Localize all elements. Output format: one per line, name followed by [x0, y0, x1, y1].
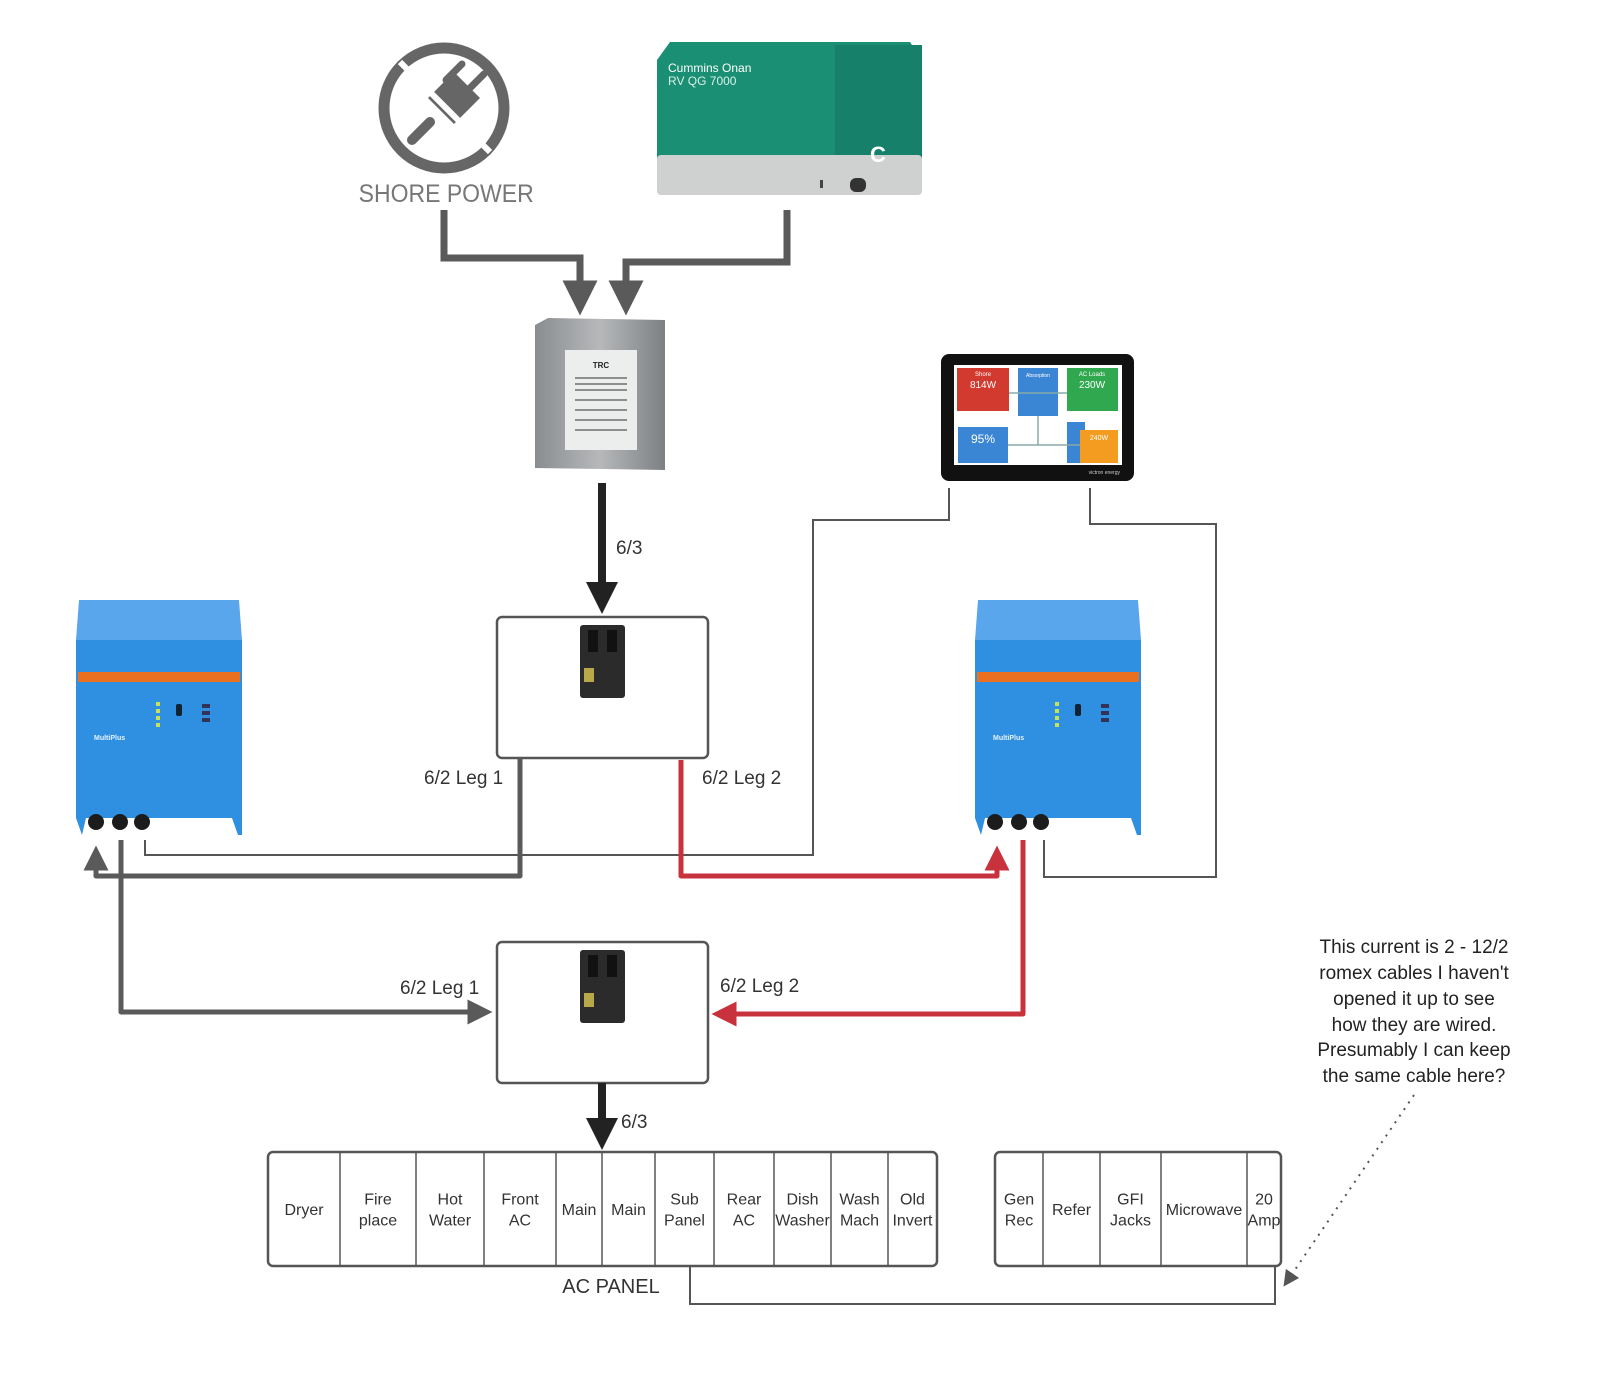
note-line: Presumably I can keep — [1317, 1040, 1510, 1061]
generator-wire — [608, 210, 791, 316]
generator: Cummins Onan RV QG 7000 C — [657, 42, 922, 195]
transfer-switch: TRC — [535, 318, 665, 470]
ac-sub-panel: Gen Rec Refer GFI Jacks Microwave 20 Amp — [993, 1150, 1283, 1268]
breaker-slot-label: Panel — [664, 1213, 705, 1230]
monitor-shore-value: 814W — [970, 380, 997, 391]
output-breaker-box — [495, 940, 710, 1085]
input-breaker-box — [495, 615, 710, 760]
breaker-slot-label: Main — [611, 1202, 646, 1219]
breaker-slot-label: Old — [900, 1192, 925, 1209]
breaker-slot-label: Rear — [727, 1192, 762, 1209]
bottom-feed-label: 6/3 — [621, 1112, 647, 1133]
cummins-logo-icon: C — [870, 142, 886, 167]
breaker-slot-label: Washer — [775, 1213, 830, 1230]
breaker-slot-label: Sub — [670, 1192, 699, 1209]
note-line: romex cables I haven't — [1319, 963, 1509, 984]
breaker-slot-label: place — [359, 1213, 397, 1230]
double-pole-breaker-icon — [580, 950, 625, 1023]
breaker-slot-label: Main — [562, 1202, 597, 1219]
monitor-state: Absorption — [1026, 373, 1050, 379]
generator-brand: Cummins Onan — [668, 61, 751, 75]
bottom-leg1-label: 6/2 Leg 1 — [400, 978, 479, 999]
note-callout: This current is 2 - 12/2 romex cables I … — [1283, 937, 1511, 1287]
breaker-slot-label: Jacks — [1110, 1213, 1151, 1230]
bottom-leg2-label: 6/2 Leg 2 — [720, 976, 799, 997]
breaker-slot-label: Refer — [1052, 1202, 1092, 1219]
breaker-slot-label: Water — [429, 1213, 472, 1230]
breaker-slot-label: Hot — [438, 1192, 463, 1209]
breaker-slot-label: Rec — [1005, 1213, 1033, 1230]
note-pointer-arrow — [1283, 1094, 1415, 1287]
breaker-slot-label: Dryer — [284, 1202, 324, 1219]
monitor-shore-label: Shore — [975, 372, 992, 378]
breaker-slot-label: 20 — [1255, 1192, 1273, 1209]
inverter-model: MultiPlus — [993, 735, 1024, 742]
note-line: how they are wired. — [1332, 1015, 1497, 1036]
victron-logo: victron energy — [1089, 470, 1121, 476]
inverter-model: MultiPlus — [94, 735, 125, 742]
shore-wire — [440, 210, 598, 316]
ac-panel-label: AC PANEL — [562, 1276, 659, 1298]
monitor-ac-loads-value: 230W — [1079, 380, 1106, 391]
monitor-dc-value: 240W — [1090, 435, 1109, 442]
breaker-slot-label: AC — [733, 1213, 755, 1230]
double-pole-breaker-icon — [580, 625, 625, 698]
generator-model: RV QG 7000 — [668, 74, 737, 88]
monitor-ac-loads-label: AC Loads — [1079, 372, 1105, 378]
note-line: the same cable here? — [1323, 1066, 1506, 1087]
breaker-slot-label: Wash — [839, 1192, 879, 1209]
breaker-slot-label: Fire — [364, 1192, 392, 1209]
note-line: opened it up to see — [1333, 989, 1495, 1010]
inverter-left: MultiPlus — [76, 600, 242, 835]
transfer-switch-brand: TRC — [593, 361, 610, 370]
inverter-right: MultiPlus — [975, 600, 1141, 835]
shore-power-label: SHORE POWER — [359, 180, 534, 208]
breaker-slot-label: Invert — [892, 1213, 933, 1230]
breaker-slot-label: Front — [501, 1192, 539, 1209]
note-line: This current is 2 - 12/2 — [1319, 937, 1508, 958]
breaker-slot-label: Amp — [1248, 1213, 1281, 1230]
top-feed-label: 6/3 — [616, 538, 642, 559]
breaker-slot-label: Microwave — [1166, 1202, 1243, 1219]
breaker-slot-label: AC — [509, 1213, 531, 1230]
breaker-slot[interactable]: Dryer — [284, 1202, 324, 1219]
top-leg2-label: 6/2 Leg 2 — [702, 768, 781, 789]
no-plug-icon — [378, 42, 510, 174]
breaker-slot-label: GFI — [1117, 1192, 1144, 1209]
ac-panel: Dryer Fire place Hot Water Front AC Main Main Sub… — [266, 1150, 939, 1268]
top-leg1-label: 6/2 Leg 1 — [424, 768, 503, 789]
wiring-diagram: SHORE POWER Cummins Onan RV QG 7000 C TR… — [0, 0, 1600, 1393]
breaker-slot-label: Mach — [840, 1213, 879, 1230]
romex-cable — [689, 1266, 1276, 1305]
breaker-slot-label: Gen — [1004, 1192, 1034, 1209]
monitor-battery-value: 95% — [971, 432, 995, 446]
shore-power: SHORE POWER — [359, 42, 534, 208]
breaker-slot-label: Dish — [786, 1192, 818, 1209]
gx-touch-monitor: Shore 814W Absorption AC Loads 230W 95% … — [941, 354, 1134, 481]
